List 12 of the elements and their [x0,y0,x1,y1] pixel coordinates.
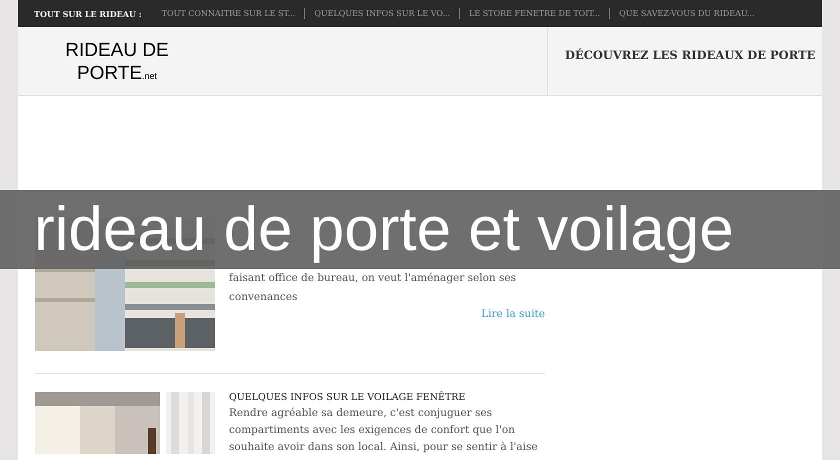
article-title[interactable]: QUELQUES INFOS SUR LE VOILAGE FENÊTRE [229,392,545,403]
nav-link[interactable]: QUELQUES INFOS SUR LE VO... [314,9,450,18]
nav-link[interactable]: LE STORE FENETRE DE TOIT... [469,9,600,18]
read-more-link[interactable]: Lire la suite [481,308,545,320]
article-excerpt: faisant office de bureau, on veut l'aménager selon ses convenances [229,271,517,305]
banner-title: rideau de porte et voilage [34,194,734,264]
site-logo[interactable]: RIDEAU DE PORTE.net [62,39,172,88]
header-tagline: DÉCOUVREZ LES RIDEAUX DE PORTE [565,48,816,62]
nav-link[interactable]: QUE SAVEZ-VOUS DU RIDEAU... [619,9,755,18]
nav-label: TOUT SUR LE RIDEAU : [34,8,142,18]
nav-link[interactable]: TOUT CONNAITRE SUR LE ST... [162,9,296,18]
article-excerpt: Rendre agréable sa demeure, c'est conjuguer ses compartiments avec les exigences de confort que l'on souhaite avoir dans son local. Ainsi, pour se sentir à l'aise [229,406,539,455]
